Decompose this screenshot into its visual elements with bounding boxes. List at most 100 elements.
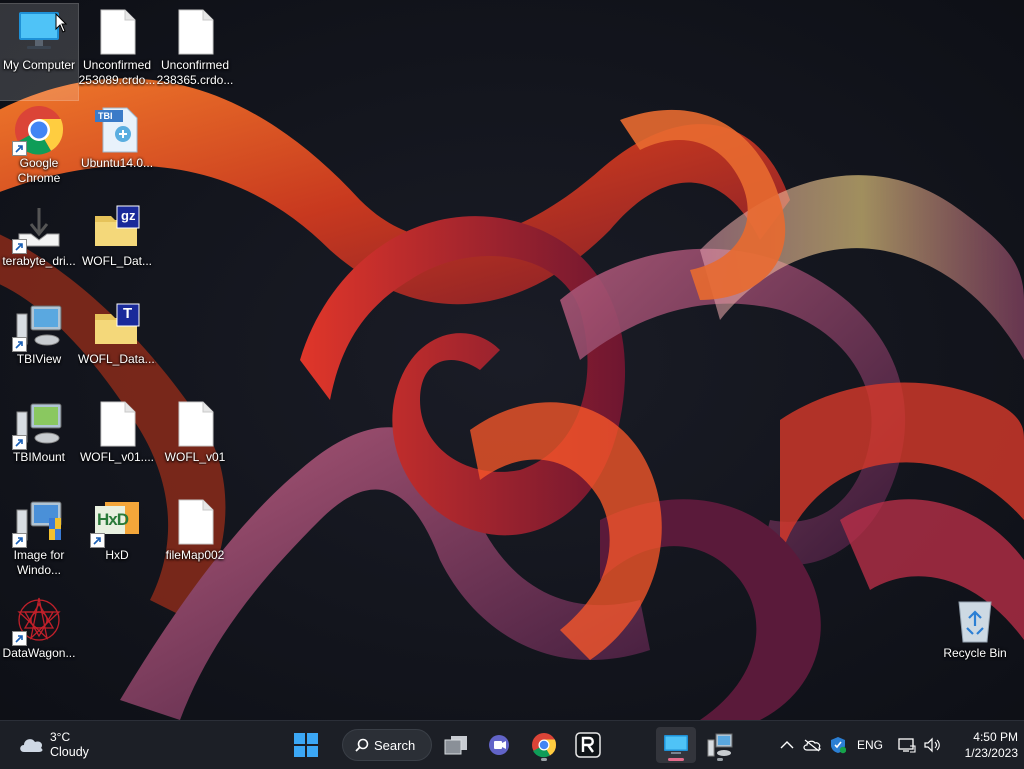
- network-pc-icon: [707, 733, 733, 757]
- meet-icon: [489, 735, 509, 755]
- meet-button[interactable]: [480, 727, 520, 763]
- active-indicator: [668, 758, 684, 761]
- network-tray-button[interactable]: [894, 727, 920, 763]
- terabyte-dri-icon-item[interactable]: terabyte_dri...: [0, 200, 78, 296]
- gz-folder-icon: gz: [91, 202, 143, 254]
- image-for-windows-icon-item[interactable]: Image for Windo...: [0, 494, 78, 590]
- my-computer-taskbar-button[interactable]: [656, 727, 696, 763]
- shortcut-arrow-icon: [90, 533, 105, 548]
- security-tray-button[interactable]: [826, 727, 850, 763]
- icon-label: TBIMount: [12, 450, 66, 464]
- recycle-bin-icon-item[interactable]: Recycle Bin: [936, 592, 1014, 688]
- icon-label: Ubuntu14.0...: [80, 156, 154, 170]
- cloud-offline-icon: [803, 739, 821, 752]
- wofl-data-t-icon-item[interactable]: T WOFL_Data....: [78, 298, 156, 394]
- icon-label: Recycle Bin: [943, 646, 1007, 660]
- task-view-icon: [444, 736, 467, 755]
- icon-label: HxD: [105, 548, 129, 562]
- shortcut-arrow-icon: [12, 631, 27, 646]
- wofl-dat-gz-icon-item[interactable]: gz WOFL_Dat...: [78, 200, 156, 296]
- hxd-badge: HxD: [97, 510, 129, 529]
- clock-date: 1/23/2023: [964, 746, 1018, 760]
- icon-label: terabyte_dri...: [2, 254, 76, 268]
- tbi-badge: TBI: [98, 111, 113, 121]
- blank-file-icon: [169, 398, 221, 450]
- icon-label: DataWagon...: [2, 646, 76, 660]
- blank-file-icon: [169, 6, 221, 58]
- blank-file-icon: [91, 398, 143, 450]
- taskbar: 3°C Cloudy Search ENG 4:50 PM 1/23/2023: [0, 720, 1024, 769]
- icon-label: Image for Windo...: [13, 548, 65, 577]
- unconfirmed-253089-icon-item[interactable]: Unconfirmed 253089.crdo...: [78, 4, 156, 100]
- network-monitor-icon: [898, 738, 916, 753]
- windows-logo-icon: [294, 733, 318, 757]
- cloud-icon: [20, 739, 43, 752]
- datawagon-star-icon: [12, 594, 65, 646]
- icon-label: Unconfirmed 238365.crdo...: [156, 58, 234, 87]
- clock-time: 4:50 PM: [973, 730, 1018, 744]
- blank-file-icon: [169, 496, 221, 548]
- weather-widget[interactable]: 3°C Cloudy: [16, 728, 126, 762]
- monitor-icon: [664, 735, 688, 754]
- shortcut-arrow-icon: [12, 239, 27, 254]
- hxd-icon: HxD: [90, 496, 143, 548]
- show-hidden-icons-button[interactable]: [776, 727, 798, 763]
- google-chrome-icon-item[interactable]: Google Chrome: [0, 102, 78, 198]
- icon-label: My Computer: [2, 58, 76, 72]
- t-badge: T: [123, 305, 133, 322]
- icon-label: WOFL_Dat...: [81, 254, 152, 268]
- shortcut-arrow-icon: [12, 141, 27, 156]
- tbimount-icon-item[interactable]: TBIMount: [0, 396, 78, 492]
- shortcut-arrow-icon: [12, 337, 27, 352]
- t-folder-icon: T: [91, 300, 143, 352]
- mouse-cursor-icon: [55, 13, 67, 33]
- volume-tray-button[interactable]: [920, 727, 944, 763]
- wofl-v01-icon-item[interactable]: WOFL_v01: [156, 396, 234, 492]
- ubuntu-tbi-icon-item[interactable]: TBI Ubuntu14.0...: [78, 102, 156, 198]
- download-tray-icon: [12, 202, 65, 254]
- tbiview-icon-item[interactable]: TBIView: [0, 298, 78, 394]
- shortcut-arrow-icon: [12, 435, 27, 450]
- icon-label: fileMap002: [165, 548, 225, 562]
- chrome-icon: [12, 104, 65, 156]
- r-app-icon: [575, 732, 601, 758]
- running-indicator: [541, 758, 547, 761]
- icon-label: WOFL_v01....: [79, 450, 155, 464]
- icon-label: WOFL_v01: [164, 450, 226, 464]
- language-indicator[interactable]: ENG: [852, 727, 888, 763]
- computer-icon: [12, 300, 65, 352]
- blank-file-icon: [91, 6, 143, 58]
- chevron-up-icon: [780, 741, 794, 749]
- chrome-taskbar-button[interactable]: [524, 727, 564, 763]
- gz-badge: gz: [121, 208, 136, 223]
- tbi-file-icon: TBI: [91, 104, 143, 156]
- weather-temperature: 3°C: [50, 730, 71, 744]
- chrome-icon: [532, 733, 557, 758]
- icon-label: WOFL_Data....: [78, 352, 156, 366]
- computer-icon: [12, 398, 65, 450]
- unconfirmed-238365-icon-item[interactable]: Unconfirmed 238365.crdo...: [156, 4, 234, 100]
- icon-label: Google Chrome: [17, 156, 61, 185]
- hxd-icon-item[interactable]: HxD HxD: [78, 494, 156, 590]
- filemap002-icon-item[interactable]: fileMap002: [156, 494, 234, 590]
- weather-condition: Cloudy: [50, 745, 89, 759]
- search-label: Search: [374, 737, 416, 753]
- taskbar-search-button[interactable]: Search: [342, 729, 432, 761]
- network-pc-taskbar-button[interactable]: [700, 727, 740, 763]
- speaker-icon: [924, 737, 940, 753]
- recycle-bin-icon: [949, 594, 1001, 646]
- shortcut-arrow-icon: [12, 533, 27, 548]
- search-icon: [355, 738, 369, 752]
- start-button[interactable]: [286, 727, 326, 763]
- icon-label: Unconfirmed 253089.crdo...: [78, 58, 156, 87]
- clock-button[interactable]: 4:50 PM 1/23/2023: [948, 727, 1018, 763]
- computer-shield-icon: [12, 496, 65, 548]
- wofl-v01-dots-icon-item[interactable]: WOFL_v01....: [78, 396, 156, 492]
- task-view-button[interactable]: [436, 727, 476, 763]
- running-indicator: [717, 758, 723, 761]
- onedrive-tray-button[interactable]: [800, 727, 824, 763]
- icon-label: TBIView: [16, 352, 62, 366]
- r-app-button[interactable]: [568, 727, 608, 763]
- datawagon-icon-item[interactable]: DataWagon...: [0, 592, 78, 688]
- shield-icon: [831, 737, 846, 754]
